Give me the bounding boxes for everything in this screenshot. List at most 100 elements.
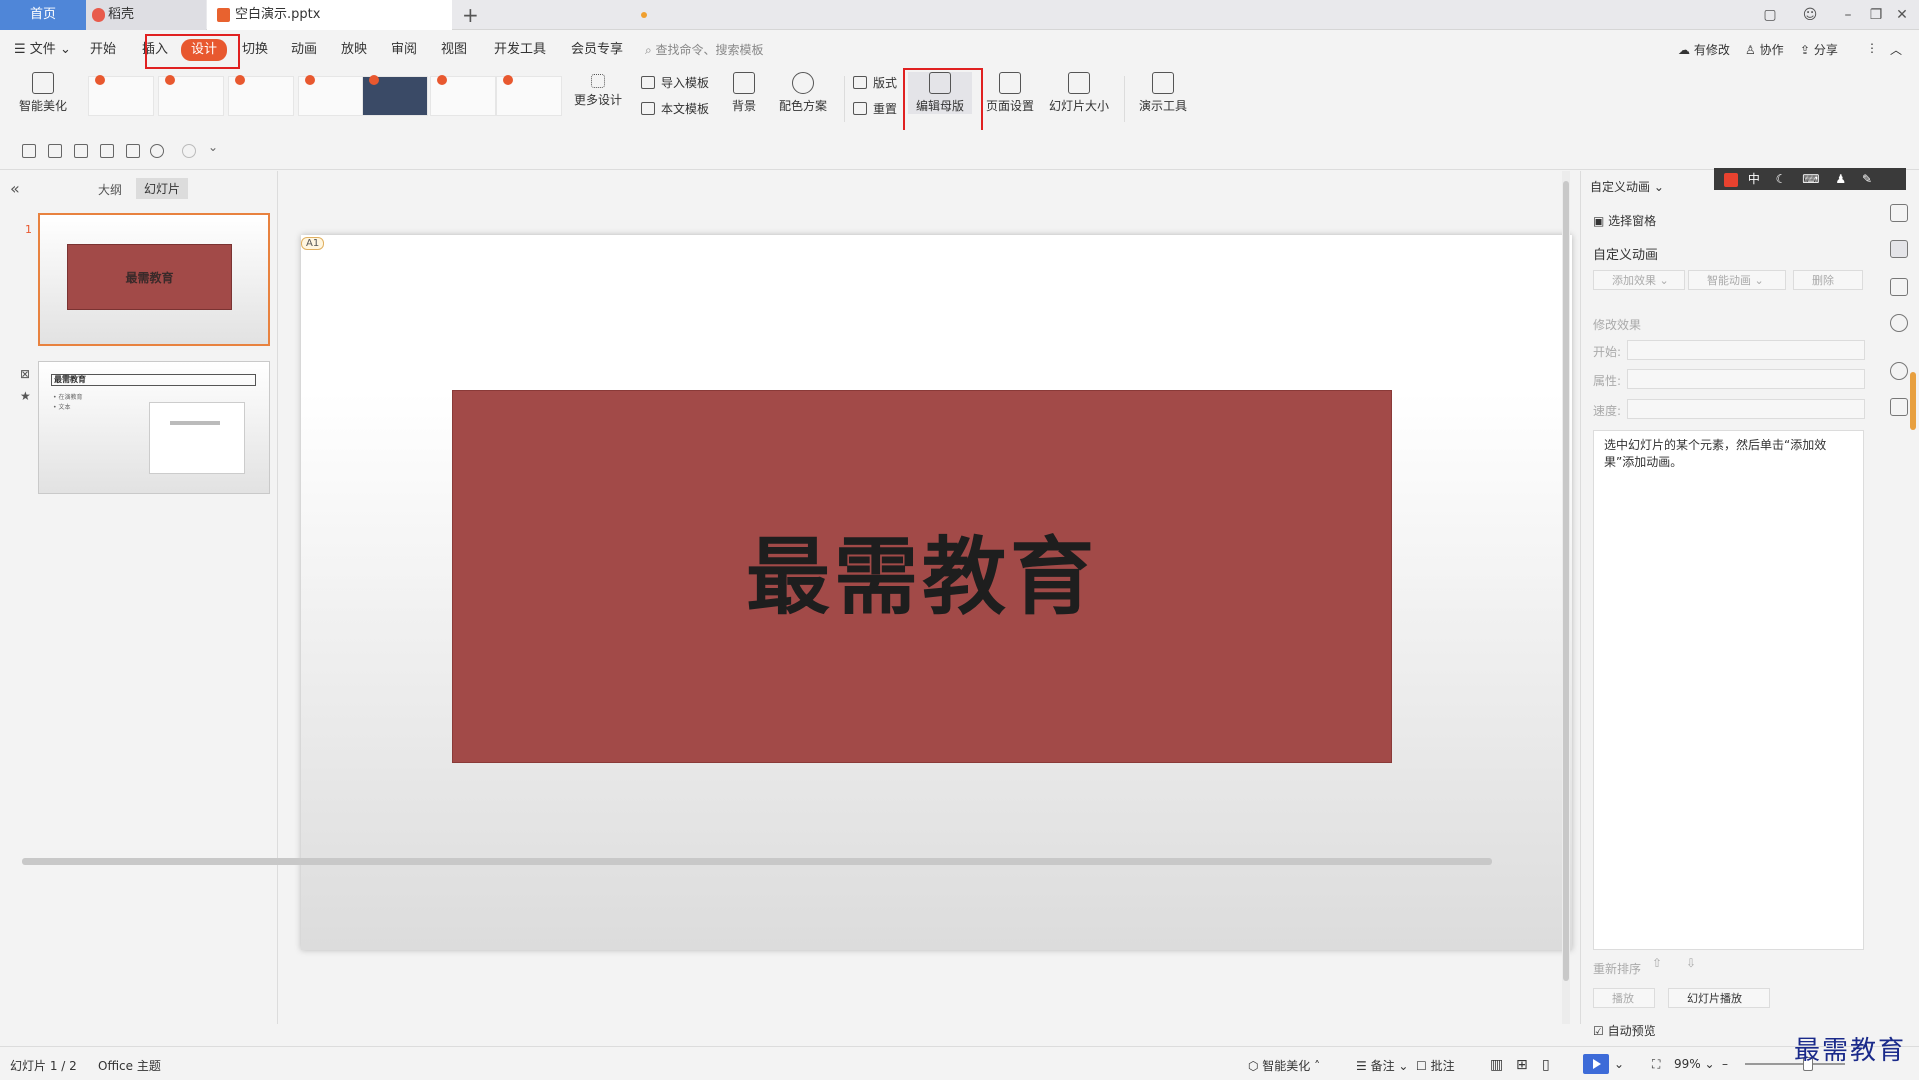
pane-header[interactable]: 自定义动画 ⌄	[1590, 178, 1664, 195]
presentation-tools-button[interactable]: 演示工具	[1132, 72, 1194, 114]
palette-icon[interactable]	[1890, 362, 1908, 380]
avatar[interactable]: ☺	[1792, 0, 1828, 30]
template-thumb-4[interactable]	[298, 75, 364, 116]
more-design-button[interactable]: 更多设计	[568, 74, 628, 108]
selection-pane-button[interactable]: ▣ 选择窗格	[1593, 212, 1656, 229]
redo-icon[interactable]	[182, 144, 196, 158]
menu-transitions[interactable]: 切换	[242, 40, 268, 60]
play-button[interactable]: 播放	[1593, 988, 1655, 1008]
speed-select[interactable]	[1627, 399, 1865, 419]
play-options-icon[interactable]: ⌄	[1614, 1057, 1624, 1071]
slide-thumbnail-1[interactable]: 最需教育	[38, 213, 270, 346]
slide-size-button[interactable]: 幻灯片大小	[1042, 72, 1116, 114]
template-thumb-2[interactable]	[158, 75, 224, 116]
move-up-icon[interactable]: ⇧	[1652, 956, 1662, 970]
smart-beautify-status-button[interactable]: ⬡ 智能美化 ˄	[1248, 1057, 1320, 1074]
menu-home[interactable]: 开始	[90, 40, 116, 60]
customize-icon[interactable]: ⌄	[208, 140, 222, 154]
tab-outline[interactable]: 大纲	[98, 181, 122, 198]
menu-animations[interactable]: 动画	[291, 40, 317, 60]
comments-button[interactable]: ☐ 批注	[1416, 1057, 1455, 1074]
slideshow-button[interactable]: 幻灯片播放	[1668, 988, 1770, 1008]
side-scroll-thumb[interactable]	[1910, 372, 1916, 430]
tab-home[interactable]: 首页	[0, 0, 86, 30]
undo-icon[interactable]	[150, 144, 164, 158]
smart-beautify-button[interactable]: 智能美化	[12, 72, 74, 114]
zoom-level[interactable]: 99% ⌄	[1674, 1057, 1715, 1071]
delete-button[interactable]: 删除	[1793, 270, 1863, 290]
menu-developer[interactable]: 开发工具	[494, 40, 546, 60]
template-thumb-6[interactable]	[430, 75, 496, 116]
slide-thumbnail-image	[149, 402, 245, 474]
text-template-button[interactable]: 本文模板	[641, 100, 709, 118]
current-slide[interactable]: A1 最需教育	[301, 235, 1572, 950]
auto-preview-checkbox[interactable]: ☑ 自动预览	[1593, 1022, 1656, 1039]
import-template-button[interactable]: 导入模板	[641, 74, 709, 92]
search-input[interactable]: ⌕ 查找命令、搜索模板	[645, 40, 764, 60]
new-file-icon[interactable]	[22, 144, 36, 158]
slide-thumbnail-title: 最需教育	[51, 374, 256, 386]
property-select[interactable]	[1627, 369, 1865, 389]
more-design-label: 更多设计	[573, 93, 622, 107]
reading-view-icon[interactable]: ▯	[1542, 1057, 1550, 1073]
horizontal-scrollbar[interactable]	[0, 858, 1570, 866]
layout-label: 版式	[873, 76, 898, 90]
save-icon[interactable]	[48, 144, 62, 158]
slideshow-play-button[interactable]	[1583, 1054, 1609, 1074]
editing-canvas: A1 最需教育	[279, 171, 1572, 1024]
normal-view-icon[interactable]: ▥	[1490, 1057, 1503, 1073]
start-select[interactable]	[1627, 340, 1865, 360]
tab-slides[interactable]: 幻灯片	[136, 178, 189, 199]
menu-review[interactable]: 审阅	[391, 40, 417, 60]
more-icon[interactable]: ⋮	[1866, 41, 1878, 55]
settings-sliders-icon[interactable]	[1890, 204, 1908, 222]
move-down-icon[interactable]: ⇩	[1686, 956, 1696, 970]
animation-list[interactable]: 选中幻灯片的某个元素，然后单击“添加效果”添加动画。	[1593, 430, 1864, 950]
animation-star-icon[interactable]	[1890, 240, 1908, 258]
smart-animation-button[interactable]: 智能动画 ⌄	[1688, 270, 1786, 290]
text-icon[interactable]	[1890, 398, 1908, 416]
collapse-ribbon-icon[interactable]: ︿	[1890, 41, 1902, 58]
new-tab-button[interactable]: +	[462, 0, 479, 30]
add-effect-button[interactable]: 添加效果 ⌄	[1593, 270, 1685, 290]
print-preview-icon[interactable]	[126, 144, 140, 158]
file-menu[interactable]: ☰ 文件 ⌄	[14, 40, 71, 60]
ime-toolbar[interactable]: 中 ☾ ⌨ ♟ ✎	[1714, 168, 1906, 190]
reset-button[interactable]: 重置	[853, 100, 897, 118]
slide-title[interactable]: 最需教育	[453, 391, 1391, 762]
collapse-panel-icon[interactable]: «	[10, 179, 20, 198]
menu-view[interactable]: 视图	[441, 40, 467, 60]
slide-sorter-icon[interactable]: ⊞	[1516, 1057, 1528, 1073]
zoom-out-button[interactable]: –	[1722, 1057, 1728, 1071]
template-thumb-1[interactable]	[88, 75, 154, 116]
layout-button[interactable]: 版式	[853, 74, 897, 92]
slide-thumbnail-2[interactable]: 最需教育 • 在演教育 • 文本	[38, 361, 270, 494]
vertical-scrollbar[interactable]	[1562, 171, 1570, 1024]
template-thumb-7[interactable]	[496, 75, 562, 116]
page-setup-button[interactable]: 页面设置	[984, 72, 1036, 114]
background-button[interactable]: 背景	[722, 72, 766, 114]
tab-docer[interactable]: 稻壳	[86, 0, 206, 30]
theme-name[interactable]: Office 主题	[98, 1057, 161, 1074]
fit-window-icon[interactable]: ⛶	[1652, 1057, 1660, 1072]
title-shape[interactable]: 最需教育	[452, 390, 1392, 763]
palette-icon	[792, 72, 814, 94]
delete-label: 删除	[1812, 274, 1834, 287]
print-icon[interactable]	[100, 144, 114, 158]
menu-member[interactable]: 会员专享	[571, 40, 623, 60]
template-thumb-5[interactable]	[362, 75, 428, 116]
collaborate-button[interactable]: ♙ 协作	[1745, 41, 1784, 58]
scroll-thumb[interactable]	[22, 858, 1492, 865]
layout-icon[interactable]: ▢	[1752, 0, 1788, 30]
tab-document[interactable]: 空白演示.pptx	[207, 0, 647, 30]
share-button[interactable]: ⇪ 分享	[1800, 41, 1838, 58]
transition-icon[interactable]	[1890, 278, 1908, 296]
template-thumb-3[interactable]	[228, 75, 294, 116]
format-painter-icon[interactable]	[74, 144, 88, 158]
changes-button[interactable]: ☁ 有修改	[1678, 41, 1730, 58]
help-icon[interactable]	[1890, 314, 1908, 332]
notes-button[interactable]: ☰ 备注 ⌄	[1356, 1057, 1408, 1074]
color-scheme-button[interactable]: 配色方案	[770, 72, 836, 114]
menu-slideshow[interactable]: 放映	[341, 40, 367, 60]
close-button[interactable]: ✕	[1884, 0, 1919, 30]
